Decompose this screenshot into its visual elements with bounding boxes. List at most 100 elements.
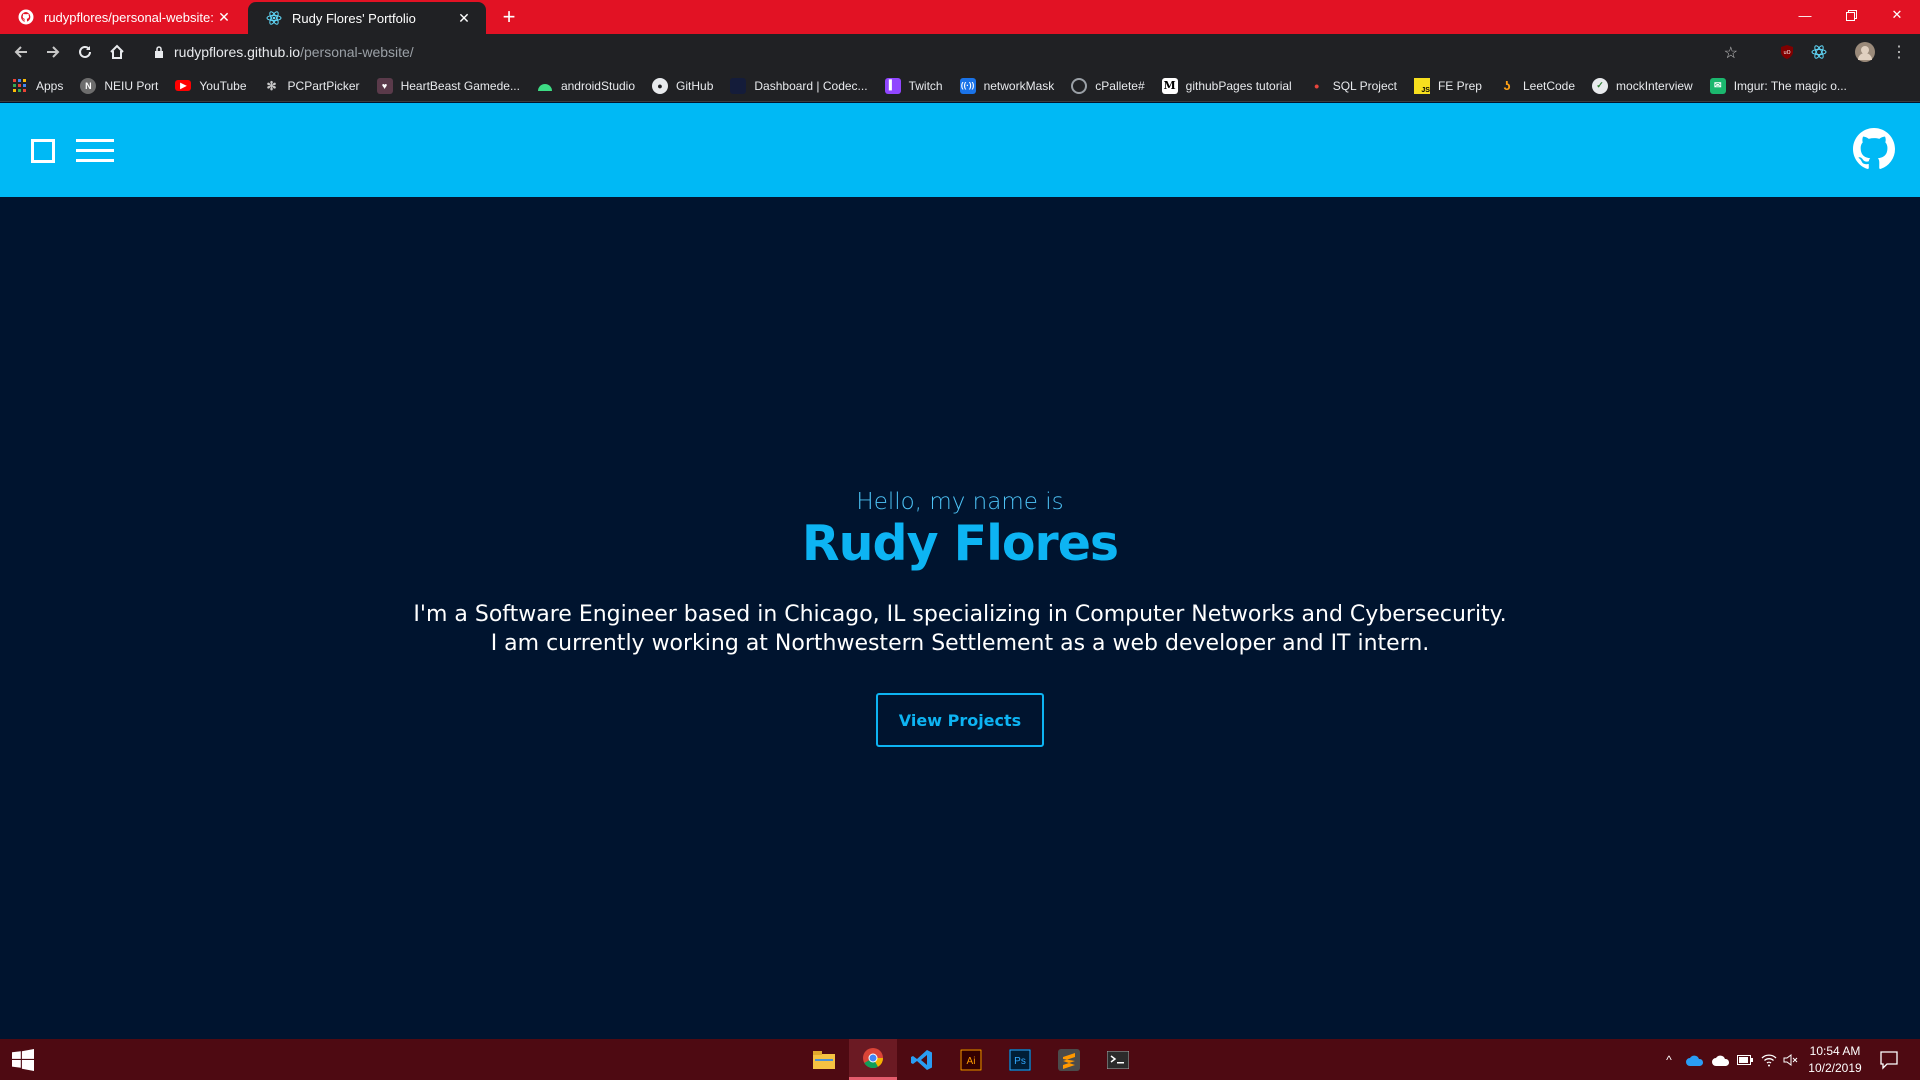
bookmark-twitch[interactable]: ▍ Twitch xyxy=(884,77,943,94)
youtube-icon: ▶ xyxy=(175,80,192,91)
bookmark-android-studio[interactable]: androidStudio xyxy=(537,78,635,94)
check-icon: ✓ xyxy=(1592,77,1609,94)
bookmark-label: Twitch xyxy=(908,78,943,93)
pcpartpicker-icon: ✻ xyxy=(266,78,277,93)
new-tab-button[interactable]: + xyxy=(496,4,522,30)
photoshop-icon[interactable]: Ps xyxy=(996,1039,1044,1080)
bookmark-label: FE Prep xyxy=(1437,78,1482,93)
bookmark-fe-prep[interactable]: JS FE Prep xyxy=(1413,77,1482,94)
illustrator-icon[interactable]: Ai xyxy=(947,1039,995,1080)
bookmark-networkmask[interactable]: ((·)) networkMask xyxy=(959,77,1055,94)
restore-icon[interactable] xyxy=(1828,0,1874,30)
clock-time: 10:54 AM xyxy=(1809,1044,1861,1058)
bookmark-label: NEIU Port xyxy=(104,78,159,93)
bookmark-mockinterview[interactable]: ✓ mockInterview xyxy=(1592,77,1693,94)
bookmark-codecademy[interactable]: Dashboard | Codec... xyxy=(730,77,868,94)
heartbeast-icon: ♥ xyxy=(376,77,393,94)
wifi-icon[interactable] xyxy=(1758,1051,1780,1069)
twitch-icon: ▍ xyxy=(884,77,901,94)
view-projects-button[interactable]: View Projects xyxy=(876,693,1044,747)
tab-github-repo[interactable]: rudypflores/personal-website: Pe ✕ xyxy=(0,0,246,34)
bio-line-2: I am currently working at Northwestern S… xyxy=(490,631,1430,656)
hero-bio: I'm a Software Engineer based in Chicago… xyxy=(0,600,1920,658)
bookmark-neiu-port[interactable]: N NEIU Port xyxy=(80,77,159,94)
bookmark-label: networkMask xyxy=(983,78,1055,93)
speaker-muted-icon[interactable] xyxy=(1780,1051,1802,1069)
browser-toolbar: rudypflores.github.io/personal-website/ … xyxy=(0,34,1920,70)
minimize-icon[interactable]: — xyxy=(1782,0,1828,30)
file-explorer-icon[interactable] xyxy=(800,1039,848,1080)
tray-chevron-up-icon[interactable]: ^ xyxy=(1660,1051,1678,1069)
medium-icon: M xyxy=(1161,77,1178,94)
bookmark-label: mockInterview xyxy=(1616,78,1693,93)
bookmark-label: PCPartPicker xyxy=(287,78,360,93)
close-tab-icon[interactable]: ✕ xyxy=(216,9,232,26)
github-icon xyxy=(18,9,34,25)
notification-center-icon[interactable] xyxy=(1878,1049,1900,1071)
menu-kebab-icon[interactable]: ⋮ xyxy=(1888,41,1910,63)
svg-text:Ai: Ai xyxy=(967,1056,976,1067)
address-bar[interactable]: rudypflores.github.io/personal-website/ … xyxy=(140,37,1760,67)
lock-icon[interactable] xyxy=(148,46,170,58)
bookmark-label: Apps xyxy=(36,78,64,93)
greeting-text: Hello, my name is xyxy=(856,489,1064,515)
home-icon[interactable] xyxy=(104,40,130,64)
sublime-icon[interactable] xyxy=(1045,1039,1093,1080)
hamburger-menu-icon[interactable] xyxy=(76,139,114,163)
bio-line-1: I'm a Software Engineer based in Chicago… xyxy=(413,602,1507,627)
react-icon xyxy=(266,11,282,25)
terminal-icon[interactable] xyxy=(1094,1039,1142,1080)
url-text: rudypflores.github.io/personal-website/ xyxy=(174,44,414,60)
square-logo-icon[interactable] xyxy=(31,139,55,163)
reload-icon[interactable] xyxy=(72,40,98,64)
onedrive-icon[interactable] xyxy=(1684,1051,1706,1069)
bookmark-heartbeast[interactable]: ♥ HeartBeast Gamede... xyxy=(376,77,520,94)
back-arrow-icon[interactable] xyxy=(8,40,34,64)
tab-title: Rudy Flores' Portfolio xyxy=(292,10,416,26)
bookmark-label: androidStudio xyxy=(560,78,636,93)
cloud-icon[interactable] xyxy=(1710,1051,1732,1069)
tab-title: rudypflores/personal-website: Pe xyxy=(44,9,216,25)
windows-taskbar: Ai Ps ^ 10:54 AM 10/2/2019 xyxy=(0,1039,1920,1080)
clock-date: 10/2/2019 xyxy=(1808,1061,1862,1075)
ublock-icon[interactable]: uO xyxy=(1776,41,1798,63)
bookmark-leetcode[interactable]: ʖ LeetCode xyxy=(1499,78,1575,94)
android-icon xyxy=(537,78,553,94)
bookmark-sql-project[interactable]: • SQL Project xyxy=(1309,78,1397,94)
leetcode-icon: ʖ xyxy=(1503,78,1511,93)
profile-avatar[interactable] xyxy=(1854,41,1876,63)
bookmark-github[interactable]: ● GitHub xyxy=(652,77,714,94)
forward-arrow-icon[interactable] xyxy=(40,40,66,64)
windows-start-icon[interactable] xyxy=(12,1049,34,1071)
networkmask-icon: ((·)) xyxy=(959,77,976,94)
bookmark-githubpages-tutorial[interactable]: M githubPages tutorial xyxy=(1161,77,1292,94)
bookmark-imgur[interactable]: ✉ Imgur: The magic o... xyxy=(1709,77,1847,94)
hero-name: Rudy Flores xyxy=(801,515,1119,572)
vscode-icon[interactable] xyxy=(898,1039,946,1080)
battery-icon[interactable] xyxy=(1734,1051,1756,1069)
hero-section: Hello, my name is Rudy Flores I'm a Soft… xyxy=(0,197,1920,1039)
svg-text:Ps: Ps xyxy=(1014,1056,1026,1067)
url-path: /personal-website/ xyxy=(300,44,414,60)
bookmark-label: YouTube xyxy=(199,78,247,93)
bookmark-apps[interactable]: Apps xyxy=(12,78,63,94)
site-header xyxy=(0,103,1920,197)
url-host: rudypflores.github.io xyxy=(174,44,301,60)
github-icon: ● xyxy=(652,77,669,94)
github-icon[interactable] xyxy=(1853,128,1895,170)
sql-icon: • xyxy=(1314,77,1320,94)
cpallete-icon xyxy=(1071,77,1088,94)
close-window-icon[interactable]: ✕ xyxy=(1874,0,1920,30)
bookmark-cpallete[interactable]: cPallete# xyxy=(1071,77,1145,94)
bookmark-star-icon[interactable]: ☆ xyxy=(1724,43,1738,63)
chrome-icon[interactable] xyxy=(849,1039,897,1080)
bookmark-pcpartpicker[interactable]: ✻ PCPartPicker xyxy=(264,78,360,94)
neiu-icon: N xyxy=(80,77,97,94)
close-tab-icon[interactable]: ✕ xyxy=(456,10,472,27)
react-devtools-icon[interactable] xyxy=(1808,41,1830,63)
system-clock[interactable]: 10:54 AM 10/2/2019 xyxy=(1800,1043,1870,1077)
bookmark-youtube[interactable]: ▶ YouTube xyxy=(175,78,247,93)
bookmark-label: GitHub xyxy=(676,78,714,93)
tab-portfolio[interactable]: Rudy Flores' Portfolio ✕ xyxy=(248,2,486,34)
bookmarks-bar: Apps N NEIU Port ▶ YouTube ✻ PCPartPicke… xyxy=(0,70,1920,102)
